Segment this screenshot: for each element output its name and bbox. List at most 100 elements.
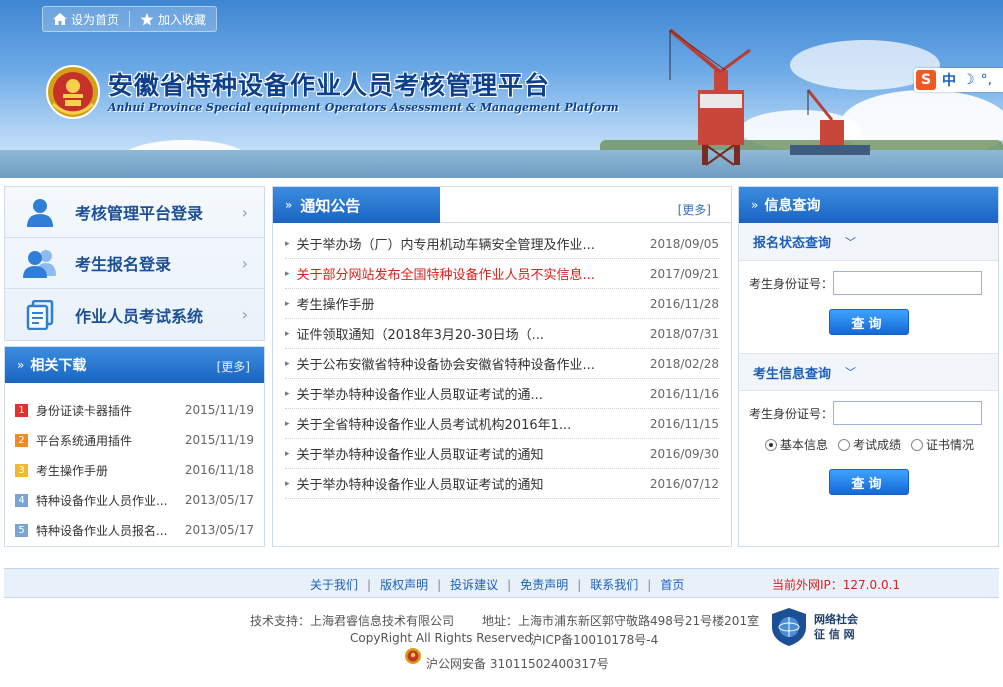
footer-link-about[interactable]: 关于我们 bbox=[310, 576, 358, 593]
tab-notices[interactable]: » 通知公告 bbox=[273, 187, 440, 223]
shield-icon bbox=[772, 608, 806, 646]
list-item[interactable]: 2 平台系统通用插件 2015/11/19 bbox=[5, 425, 264, 455]
ime-toolbar[interactable]: S 中 ☽ °, bbox=[914, 68, 1003, 92]
footer-link-complaint[interactable]: 投诉建议 bbox=[450, 576, 498, 593]
set-home-link[interactable]: 设为首页 bbox=[53, 11, 119, 28]
download-name[interactable]: 身份证读卡器插件 bbox=[36, 402, 132, 419]
rank-badge: 5 bbox=[15, 523, 28, 537]
police-record-link[interactable]: 沪公网安备 31011502400317号 bbox=[426, 655, 609, 672]
punctuation-icon[interactable]: °, bbox=[981, 72, 992, 88]
list-item[interactable]: ▸ 关于举办特种设备作业人员取证考试的通知 2016/09/30 bbox=[285, 439, 719, 469]
notice-date: 2016/11/28 bbox=[649, 296, 719, 311]
notices-list: ▸ 关于举办场（厂）内专用机动车辆安全管理及作业... 2018/09/05 ▸… bbox=[273, 223, 731, 499]
top-utility-bar: 设为首页 加入收藏 bbox=[42, 6, 218, 32]
candidate-info-section-header[interactable]: 考生信息查询 ﹀ bbox=[739, 353, 998, 391]
notice-date: 2018/02/28 bbox=[649, 356, 719, 371]
list-item[interactable]: 4 特种设备作业人员作业... 2013/05/17 bbox=[5, 485, 264, 515]
registration-status-section-header[interactable]: 报名状态查询 ﹀ bbox=[739, 223, 998, 261]
candidate-registration-login-button[interactable]: 考生报名登录 › bbox=[5, 238, 264, 289]
credit-badge-line2: 征 信 网 bbox=[814, 628, 855, 641]
radio-selected-icon[interactable] bbox=[765, 438, 777, 451]
list-item[interactable]: ▸ 考生操作手册 2016/11/28 bbox=[285, 289, 719, 319]
topbar-divider bbox=[129, 11, 131, 27]
query-header: » 信息查询 bbox=[739, 187, 998, 223]
exam-system-label: 作业人员考试系统 bbox=[75, 306, 204, 326]
info-query-button[interactable]: 查询 bbox=[828, 469, 909, 495]
star-icon bbox=[140, 12, 154, 25]
list-item[interactable]: 3 考生操作手册 2016/11/18 bbox=[5, 455, 264, 485]
notice-title[interactable]: 考生操作手册 bbox=[297, 294, 375, 313]
footer-separator: | bbox=[367, 577, 372, 592]
notice-date: 2016/09/30 bbox=[649, 446, 719, 461]
footer-link-home[interactable]: 首页 bbox=[660, 576, 684, 593]
sogou-ime-icon[interactable]: S bbox=[916, 70, 936, 90]
radio-unselected-icon[interactable] bbox=[838, 438, 851, 451]
radio-unselected-icon[interactable] bbox=[911, 438, 924, 451]
bullet-arrow-icon: ▸ bbox=[285, 328, 290, 339]
list-item[interactable]: ▸ 证件领取通知（2018年3月20-30日场（... 2018/07/31 bbox=[285, 319, 719, 349]
moon-icon[interactable]: ☽ bbox=[962, 72, 975, 88]
footer-separator: | bbox=[437, 577, 442, 592]
notice-title[interactable]: 证件领取通知（2018年3月20-30日场（... bbox=[297, 324, 545, 343]
footer-link-disclaimer[interactable]: 免责声明 bbox=[520, 576, 568, 593]
downloads-more-link[interactable]: [更多] bbox=[217, 358, 250, 375]
download-name[interactable]: 平台系统通用插件 bbox=[36, 432, 132, 449]
notices-title: 通知公告 bbox=[300, 196, 361, 215]
notice-title[interactable]: 关于举办场（厂）内专用机动车辆安全管理及作业... bbox=[297, 234, 595, 253]
rank-badge: 1 bbox=[15, 403, 28, 417]
management-login-label: 考核管理平台登录 bbox=[75, 204, 204, 223]
icp-record-link[interactable]: 沪ICP备10010178号-4 bbox=[530, 631, 658, 648]
info-type-radio-group: 基本信息 考试成绩 证书情况 bbox=[739, 436, 998, 453]
downloads-panel: » 相关下载 [更多] 1 身份证读卡器插件 2015/11/19 2 平台系统… bbox=[4, 346, 265, 547]
operator-exam-system-button[interactable]: 作业人员考试系统 › bbox=[5, 289, 264, 340]
radio-label: 证书情况 bbox=[926, 438, 975, 452]
list-item[interactable]: 5 特种设备作业人员报名... 2013/05/17 bbox=[5, 515, 264, 545]
radio-certificate[interactable]: 证书情况 bbox=[911, 436, 974, 453]
notice-title[interactable]: 关于举办特种设备作业人员取证考试的通知 bbox=[297, 474, 544, 493]
notice-title[interactable]: 关于举办特种设备作业人员取证考试的通知 bbox=[297, 444, 544, 463]
footer-nav: 关于我们 | 版权声明 | 投诉建议 | 免责声明 | 联系我们 | 首页 当前… bbox=[4, 568, 999, 598]
footer-link-copyright[interactable]: 版权声明 bbox=[380, 576, 428, 593]
ime-mode-toggle[interactable]: 中 bbox=[942, 70, 956, 90]
notice-title-highlighted[interactable]: 关于部分网站发布全国特种设备作业人员不实信息... bbox=[297, 264, 595, 283]
management-platform-login-button[interactable]: 考核管理平台登录 › bbox=[5, 187, 264, 238]
rank-badge: 4 bbox=[15, 493, 28, 507]
footer-separator: | bbox=[647, 577, 652, 592]
footer-link-contact[interactable]: 联系我们 bbox=[590, 576, 638, 593]
radio-exam-score[interactable]: 考试成绩 bbox=[838, 436, 901, 453]
home-icon bbox=[53, 13, 67, 25]
list-item[interactable]: ▸ 关于举办特种设备作业人员取证考试的通知 2016/07/12 bbox=[285, 469, 719, 499]
credit-network-badge[interactable]: 网络社会 征 信 网 bbox=[770, 607, 858, 647]
download-name[interactable]: 特种设备作业人员作业... bbox=[36, 492, 167, 509]
info-id-input[interactable] bbox=[833, 401, 983, 425]
download-date: 2013/05/17 bbox=[184, 493, 254, 507]
notice-title[interactable]: 关于全省特种设备作业人员考试机构2016年1... bbox=[297, 414, 572, 433]
list-item[interactable]: ▸ 关于全省特种设备作业人员考试机构2016年1... 2016/11/15 bbox=[285, 409, 719, 439]
status-id-input[interactable] bbox=[833, 271, 983, 295]
bullet-arrow-icon: ▸ bbox=[285, 388, 290, 399]
candidate-info-title: 考生信息查询 bbox=[753, 366, 832, 382]
download-name[interactable]: 特种设备作业人员报名... bbox=[36, 522, 167, 539]
downloads-header: » 相关下载 [更多] bbox=[5, 347, 264, 383]
list-item[interactable]: 1 身份证读卡器插件 2015/11/19 bbox=[5, 395, 264, 425]
info-query-panel: » 信息查询 报名状态查询 ﹀ 考生身份证号： 查询 考生信息查询 ﹀ 考生身份… bbox=[738, 186, 999, 547]
list-item[interactable]: ▸ 关于举办场（厂）内专用机动车辆安全管理及作业... 2018/09/05 bbox=[285, 229, 719, 259]
two-users-icon bbox=[23, 250, 56, 278]
download-name[interactable]: 考生操作手册 bbox=[36, 462, 108, 479]
status-query-button[interactable]: 查询 bbox=[828, 309, 909, 335]
download-date: 2013/05/17 bbox=[184, 523, 254, 537]
notice-title[interactable]: 关于公布安徽省特种设备协会安徽省特种设备作业... bbox=[297, 354, 595, 373]
header-banner: 设为首页 加入收藏 安徽省特种设备作业人员考核管理平台 Anhui Provin… bbox=[0, 0, 1003, 178]
list-item[interactable]: ▸ 关于部分网站发布全国特种设备作业人员不实信息... 2017/09/21 bbox=[285, 259, 719, 289]
set-home-label: 设为首页 bbox=[71, 12, 120, 27]
notice-title[interactable]: 关于举办特种设备作业人员取证考试的通... bbox=[297, 384, 543, 403]
add-favorite-link[interactable]: 加入收藏 bbox=[140, 11, 206, 28]
list-item[interactable]: ▸ 关于公布安徽省特种设备协会安徽省特种设备作业... 2018/02/28 bbox=[285, 349, 719, 379]
download-date: 2015/11/19 bbox=[184, 433, 254, 447]
police-badge-icon bbox=[405, 648, 421, 664]
radio-basic-info[interactable]: 基本信息 bbox=[765, 436, 828, 453]
status-id-label: 考生身份证号： bbox=[749, 276, 834, 291]
list-item[interactable]: ▸ 关于举办特种设备作业人员取证考试的通... 2016/11/16 bbox=[285, 379, 719, 409]
bullet-arrow-icon: ▸ bbox=[285, 358, 290, 369]
notices-more-link[interactable]: [更多] bbox=[678, 201, 711, 218]
